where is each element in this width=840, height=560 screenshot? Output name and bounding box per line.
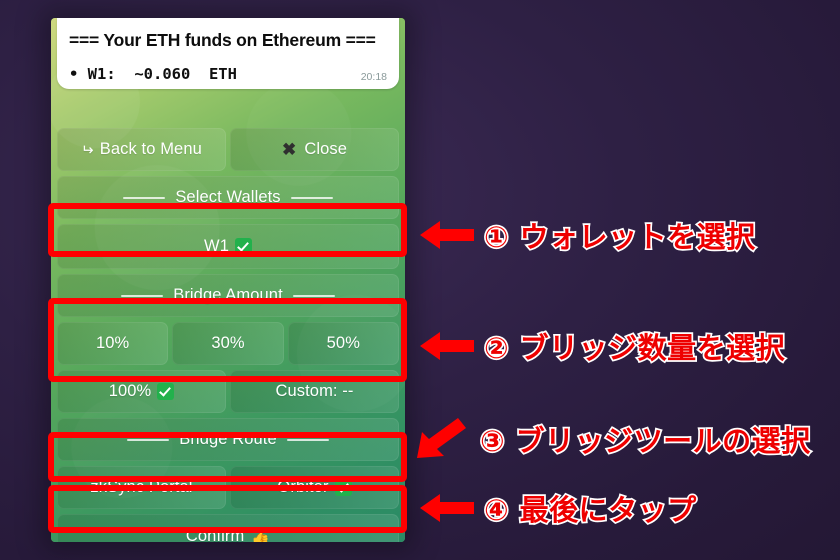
annotation-step-1-text: ① ウォレットを選択 bbox=[482, 218, 757, 255]
thumbs-up-icon: 👍 bbox=[251, 528, 271, 543]
keyboard-row-confirm: Confirm 👍 bbox=[57, 514, 399, 542]
section-header-bridge-route[interactable]: Bridge Route bbox=[57, 418, 399, 461]
message-timestamp: 20:18 bbox=[360, 71, 387, 83]
route-button-zksync-portal[interactable]: zkSync Portal bbox=[57, 466, 226, 509]
route-button-orbiter[interactable]: Orbiter bbox=[230, 466, 399, 509]
annotation-step-4: ④ 最後にタップ bbox=[418, 487, 698, 529]
keyboard-row-amount-header: Bridge Amount bbox=[57, 274, 399, 317]
annotation-step-2-text: ② ブリッジ数量を選択 bbox=[482, 329, 786, 366]
annotation-step-1: ① ウォレットを選択 bbox=[418, 214, 757, 256]
annotation-step-4-text: ④ 最後にタップ bbox=[482, 491, 698, 528]
bot-message-bubble: === Your ETH funds on Ethereum === • W1:… bbox=[57, 18, 399, 89]
divider-dash-left bbox=[123, 196, 166, 199]
wallet-button-w1[interactable]: W1 bbox=[57, 224, 399, 269]
left-arrow-icon bbox=[420, 221, 474, 249]
back-to-menu-button[interactable]: ↵ Back to Menu bbox=[57, 128, 226, 171]
confirm-label: Confirm bbox=[185, 527, 245, 542]
close-label: Close bbox=[304, 140, 348, 158]
bridge-route-label: Bridge Route bbox=[179, 430, 277, 448]
annotation-step-2: ② ブリッジ数量を選択 bbox=[418, 325, 786, 367]
amount-50-label: 50% bbox=[326, 334, 360, 352]
amount-100-label: 100% bbox=[108, 382, 152, 400]
down-left-arrow-icon bbox=[417, 418, 466, 458]
inline-keyboard: ↵ Back to Menu ✖ Close Select Wallets W1… bbox=[57, 128, 399, 542]
back-to-menu-label: Back to Menu bbox=[99, 140, 202, 158]
close-x-icon: ✖ bbox=[281, 139, 297, 159]
checkmark-icon bbox=[234, 238, 252, 255]
divider-dash-right bbox=[286, 438, 329, 441]
section-header-bridge-amount[interactable]: Bridge Amount bbox=[57, 274, 399, 317]
confirm-button[interactable]: Confirm 👍 bbox=[57, 514, 399, 542]
divider-dash-left bbox=[121, 294, 164, 297]
keyboard-row-nav: ↵ Back to Menu ✖ Close bbox=[57, 128, 399, 171]
checkmark-icon bbox=[157, 383, 175, 400]
annotation-step-3: ③ ブリッジツールの選択 bbox=[414, 418, 812, 462]
left-arrow-icon bbox=[420, 494, 474, 522]
amount-custom-label: Custom: -- bbox=[275, 382, 354, 400]
amount-10-label: 10% bbox=[96, 334, 130, 352]
amount-button-10[interactable]: 10% bbox=[57, 322, 169, 365]
annotation-step-3-text: ③ ブリッジツールの選択 bbox=[478, 422, 812, 459]
keyboard-row-routes: zkSync Portal Orbiter bbox=[57, 466, 399, 509]
amount-30-label: 30% bbox=[211, 334, 245, 352]
left-arrow-icon bbox=[420, 332, 474, 360]
amount-button-custom[interactable]: Custom: -- bbox=[230, 370, 399, 413]
route-zksync-label: zkSync Portal bbox=[90, 478, 193, 496]
section-header-select-wallets[interactable]: Select Wallets bbox=[57, 176, 399, 219]
amount-button-50[interactable]: 50% bbox=[287, 322, 399, 365]
divider-dash-right bbox=[292, 294, 335, 297]
route-orbiter-label: Orbiter bbox=[277, 478, 329, 496]
keyboard-row-wallet-list: W1 bbox=[57, 224, 399, 269]
back-arrow-icon: ↵ bbox=[81, 141, 94, 159]
message-balance-line: • W1: ~0.060 ETH bbox=[69, 65, 237, 83]
message-title: === Your ETH funds on Ethereum === bbox=[69, 30, 376, 50]
keyboard-row-wallets-header: Select Wallets bbox=[57, 176, 399, 219]
amount-button-100[interactable]: 100% bbox=[57, 370, 226, 413]
amount-button-30[interactable]: 30% bbox=[172, 322, 284, 365]
select-wallets-label: Select Wallets bbox=[175, 188, 281, 206]
keyboard-row-amount-presets-2: 100% Custom: -- bbox=[57, 370, 399, 413]
close-button[interactable]: ✖ Close bbox=[230, 128, 399, 171]
divider-dash-left bbox=[127, 438, 170, 441]
phone-screen: === Your ETH funds on Ethereum === • W1:… bbox=[51, 18, 405, 542]
wallet-w1-label: W1 bbox=[204, 237, 229, 255]
keyboard-row-route-header: Bridge Route bbox=[57, 418, 399, 461]
bridge-amount-label: Bridge Amount bbox=[173, 286, 283, 304]
keyboard-row-amount-presets: 10% 30% 50% bbox=[57, 322, 399, 365]
divider-dash-right bbox=[290, 196, 333, 199]
checkmark-icon bbox=[334, 479, 352, 496]
